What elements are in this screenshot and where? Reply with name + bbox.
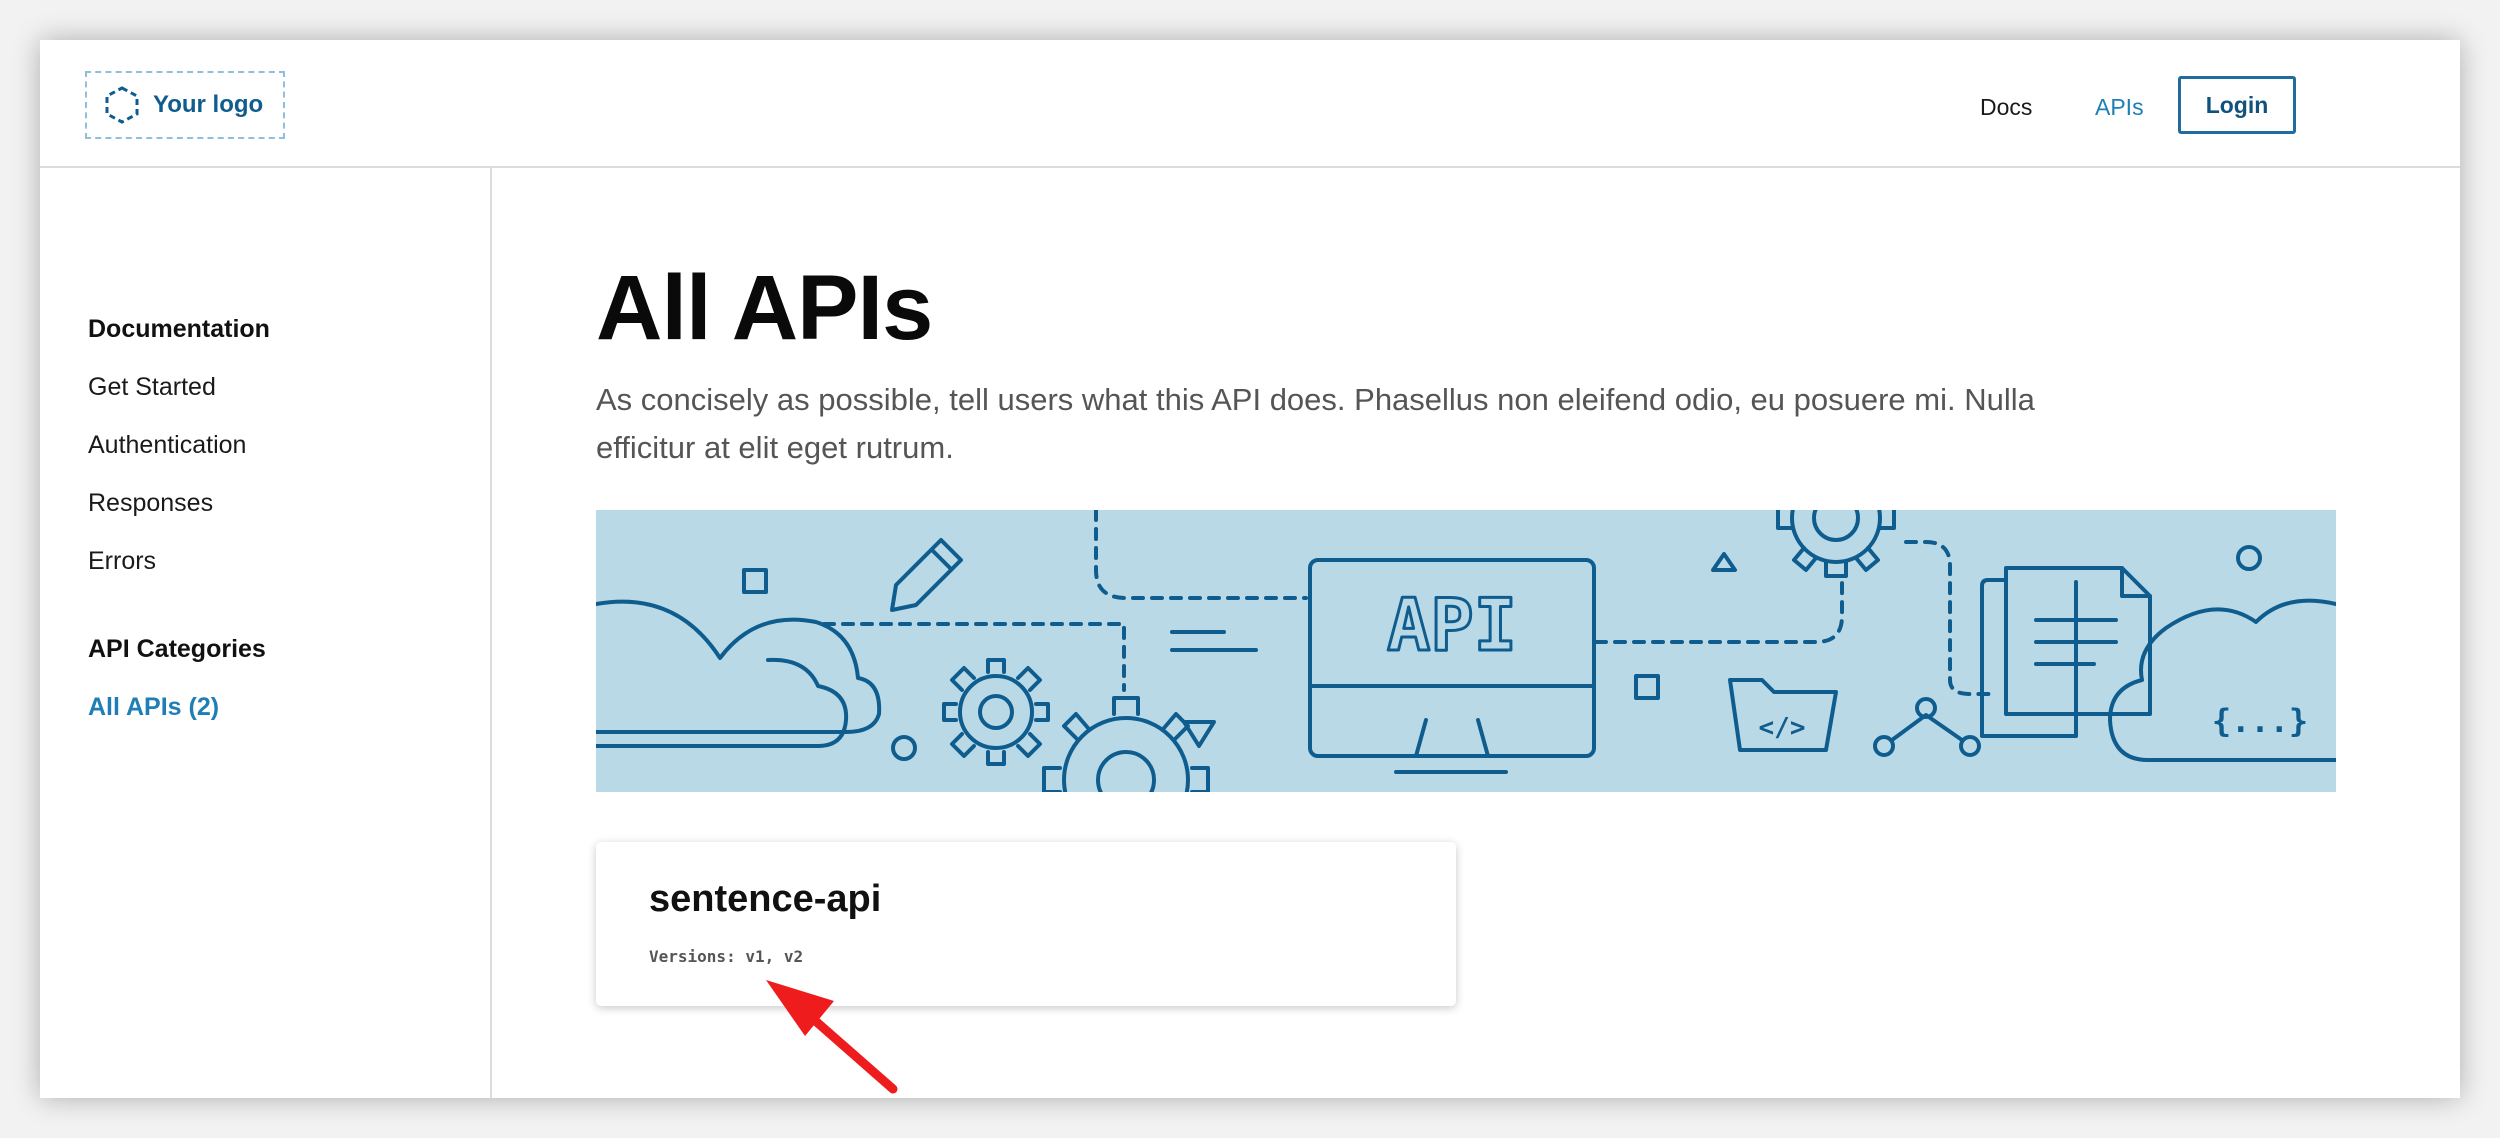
folder-code-label: </> — [1759, 713, 1806, 743]
api-card-versions: Versions: v1, v2 — [649, 947, 804, 966]
top-header: Your logo Docs APIs Login — [40, 40, 2460, 168]
triangle-shape — [1711, 552, 1737, 572]
network-nodes-icon — [1873, 697, 1981, 757]
text-lines-icon — [1170, 630, 1258, 652]
pencil-icon — [890, 538, 963, 612]
main-content: All APIs As concisely as possible, tell … — [492, 168, 2460, 1098]
sidebar-heading-api-categories: API Categories — [88, 635, 266, 663]
monitor-api-label: API — [1387, 583, 1517, 667]
cloud-icon — [596, 599, 882, 734]
square-shape — [742, 568, 768, 594]
gear-icon — [1776, 510, 1896, 578]
page-intro: As concisely as possible, tell users wha… — [596, 382, 2035, 465]
sidebar-item-all-apis[interactable]: All APIs (2) — [88, 693, 219, 722]
dashed-connector — [1594, 578, 1844, 644]
circle-shape — [2236, 545, 2262, 571]
browser-window: Your logo Docs APIs Login Documentation … — [40, 40, 2460, 1098]
sidebar-item-errors[interactable]: Errors — [88, 547, 156, 576]
sidebar-item-responses[interactable]: Responses — [88, 489, 213, 518]
sidebar-heading-documentation: Documentation — [88, 315, 270, 343]
login-button[interactable]: Login — [2178, 76, 2296, 134]
api-card-sentence-api[interactable]: sentence-api Versions: v1, v2 — [596, 842, 1456, 1006]
square-shape — [1634, 674, 1660, 700]
documents-icon — [1980, 566, 2152, 738]
page-title: All APIs — [596, 257, 933, 359]
circle-shape — [891, 735, 917, 761]
gear-icon — [1042, 696, 1210, 792]
braces-label: {...} — [2212, 702, 2308, 740]
logo-text: Your logo — [153, 91, 264, 118]
sidebar-item-authentication[interactable]: Authentication — [88, 431, 246, 460]
triangle-shape — [1182, 720, 1216, 748]
logo[interactable]: Your logo — [85, 71, 285, 139]
hexagon-logo-icon — [105, 86, 139, 124]
sidebar: Documentation Get Started Authentication… — [40, 168, 492, 1098]
api-card-title[interactable]: sentence-api — [649, 878, 881, 921]
sidebar-item-get-started[interactable]: Get Started — [88, 373, 216, 402]
dashed-connector — [1094, 510, 1308, 600]
nav-link-docs[interactable]: Docs — [1980, 94, 2032, 121]
api-banner: API </> {...} — [596, 510, 2336, 792]
nav-link-apis[interactable]: APIs — [2095, 94, 2144, 121]
gear-icon — [942, 658, 1050, 766]
